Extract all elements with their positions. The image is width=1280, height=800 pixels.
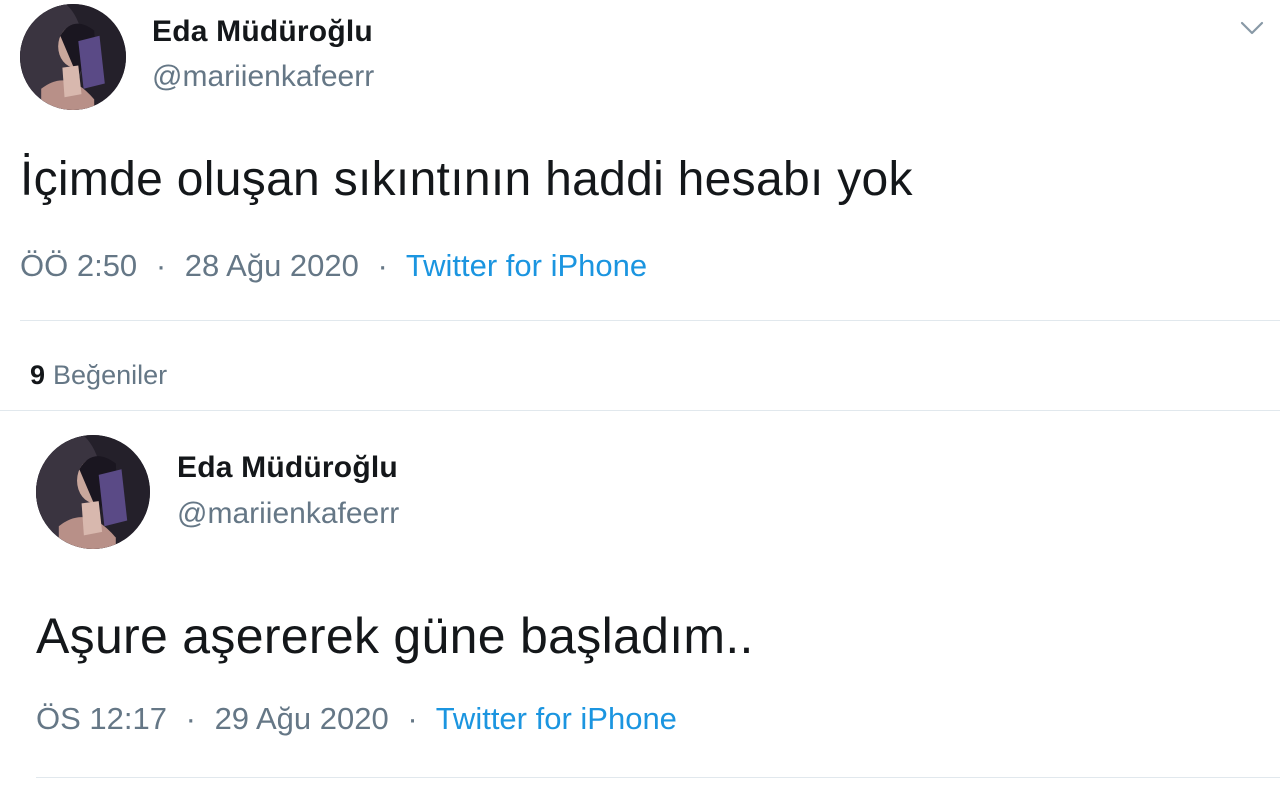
meta-separator: · bbox=[407, 701, 418, 736]
tweet-card: Eda Müdüroğlu @mariienkafeerr Aşure aşer… bbox=[0, 410, 1280, 800]
display-name[interactable]: Eda Müdüroğlu bbox=[152, 15, 373, 49]
tweet-time[interactable]: ÖS 12:17 bbox=[36, 701, 167, 736]
tweet-date[interactable]: 28 Ağu 2020 bbox=[185, 248, 359, 283]
tweet-source-link[interactable]: Twitter for iPhone bbox=[406, 248, 647, 283]
profile-photo bbox=[20, 4, 126, 110]
likes-label: Beğeniler bbox=[53, 360, 168, 390]
meta-separator: · bbox=[377, 248, 388, 283]
tweet-text: İçimde oluşan sıkıntının haddi hesabı yo… bbox=[20, 153, 913, 206]
tweet-card: Eda Müdüroğlu @mariienkafeerr İçimde olu… bbox=[0, 0, 1280, 410]
tweet-date[interactable]: 29 Ağu 2020 bbox=[215, 701, 389, 736]
avatar[interactable] bbox=[36, 435, 150, 549]
likes-count[interactable]: 9 Beğeniler bbox=[30, 360, 167, 391]
tweet-meta: ÖÖ 2:50 · 28 Ağu 2020 · Twitter for iPho… bbox=[20, 248, 647, 284]
profile-photo bbox=[36, 435, 150, 549]
chevron-down-icon[interactable] bbox=[1238, 18, 1266, 38]
divider bbox=[20, 320, 1280, 321]
screenshot-page: Eda Müdüroğlu @mariienkafeerr İçimde olu… bbox=[0, 0, 1280, 800]
meta-separator: · bbox=[155, 248, 167, 283]
divider bbox=[36, 777, 1280, 778]
user-handle[interactable]: @mariienkafeerr bbox=[152, 60, 374, 94]
avatar[interactable] bbox=[20, 4, 126, 110]
tweet-source-link[interactable]: Twitter for iPhone bbox=[436, 701, 677, 736]
meta-separator: · bbox=[185, 701, 196, 736]
user-handle[interactable]: @mariienkafeerr bbox=[177, 497, 399, 531]
tweet-time[interactable]: ÖÖ 2:50 bbox=[20, 248, 137, 283]
likes-number: 9 bbox=[30, 360, 46, 390]
display-name[interactable]: Eda Müdüroğlu bbox=[177, 451, 398, 485]
tweet-text: Aşure aşererek güne başladım.. bbox=[36, 608, 754, 664]
tweet-meta: ÖS 12:17 · 29 Ağu 2020 · Twitter for iPh… bbox=[36, 701, 677, 737]
